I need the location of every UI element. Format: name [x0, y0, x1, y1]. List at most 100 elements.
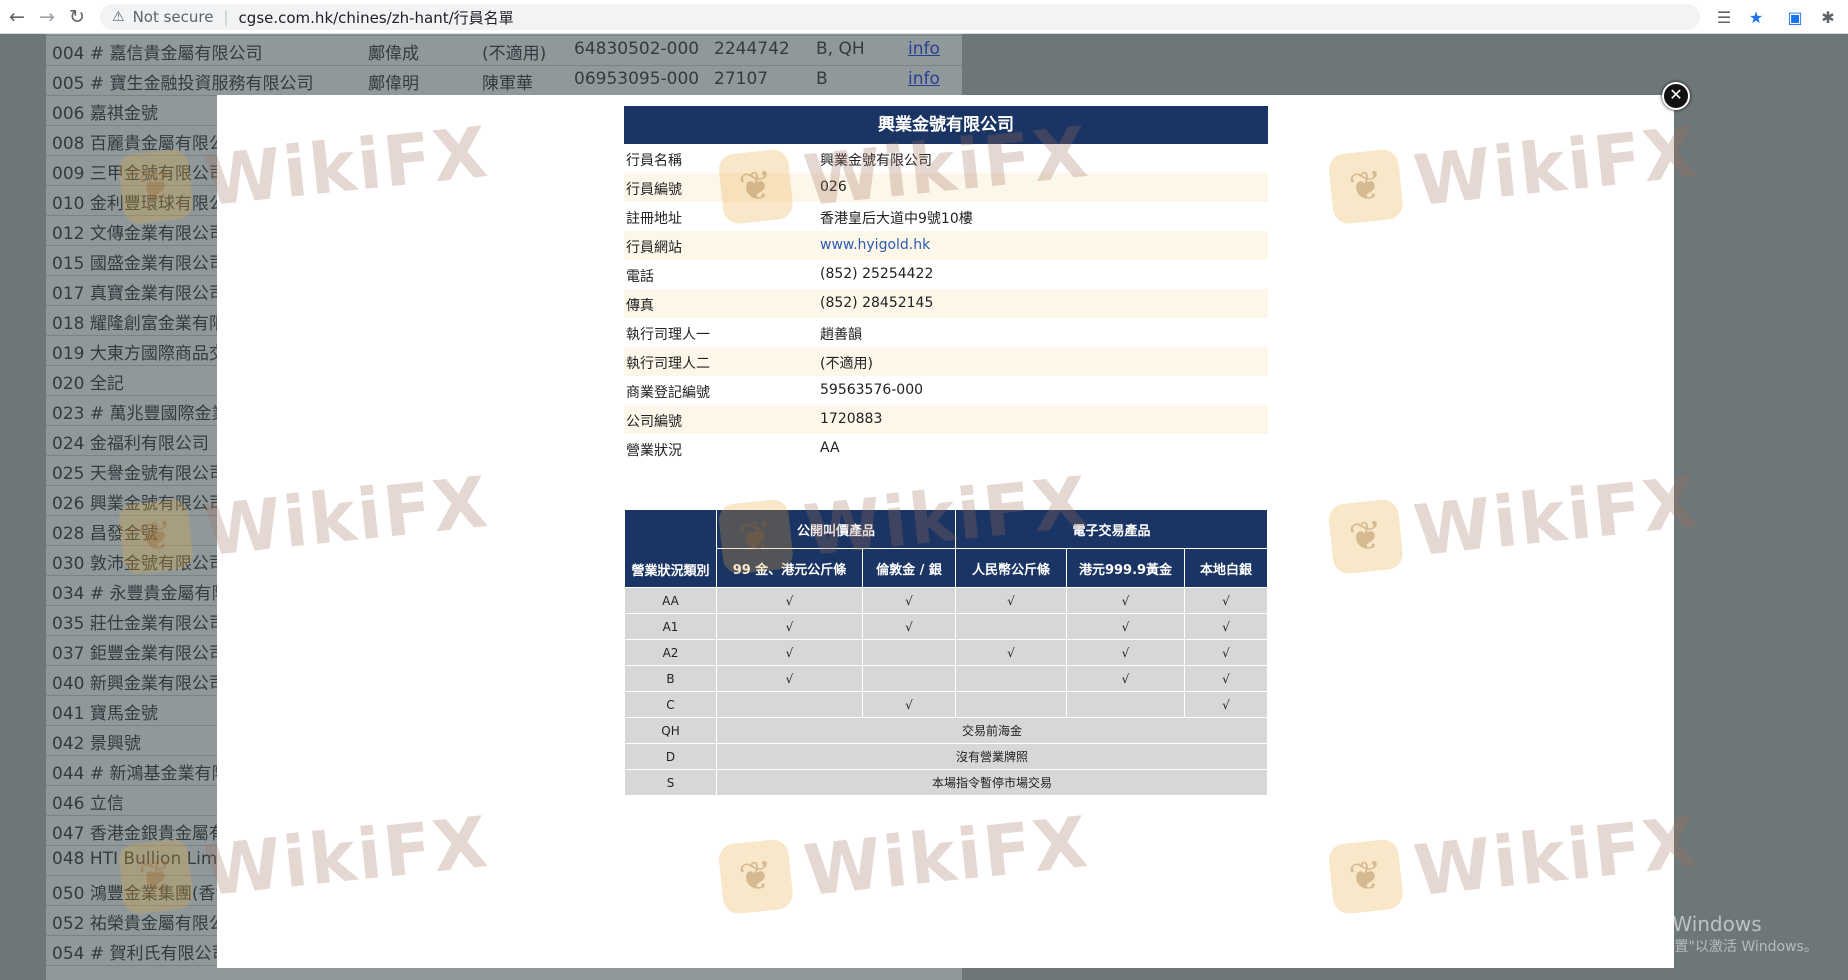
- status-row: D 沒有營業牌照: [624, 743, 1268, 770]
- table-cell: B, QH: [816, 39, 865, 59]
- translate-icon[interactable]: ☰: [1713, 6, 1735, 28]
- table-cell: 010 金利豐環球有限公司: [52, 194, 243, 214]
- status-row: C √ √: [624, 691, 1268, 718]
- info-label: 公司編號: [626, 414, 682, 430]
- status-cell: [862, 665, 956, 692]
- info-value: 1720883: [820, 411, 883, 427]
- table-cell: (不適用): [482, 44, 547, 64]
- info-link[interactable]: info: [908, 69, 940, 89]
- table-cell: 024 金福利有限公司: [52, 434, 209, 454]
- table-cell: 020 全記: [52, 374, 124, 394]
- table-cell: 041 寶馬金號: [52, 704, 158, 724]
- product-column-header: 本地白銀: [1184, 548, 1268, 588]
- info-value: (852) 28452145: [820, 295, 934, 311]
- windows-activation-hint: 转到"设置"以激活 Windows。: [1626, 939, 1818, 955]
- table-cell: 052 祐榮貴金屬有限公司: [52, 914, 243, 934]
- status-cell: √: [1184, 613, 1268, 640]
- table-cell: 017 真寶金業有限公司: [52, 284, 226, 304]
- status-code: B: [624, 665, 717, 692]
- status-cell: √: [862, 613, 956, 640]
- bookmark-star-icon[interactable]: ★: [1745, 6, 1767, 28]
- status-cell: [955, 665, 1067, 692]
- status-cell: √: [862, 691, 956, 718]
- status-code: AA: [624, 587, 717, 614]
- status-cell: √: [1184, 639, 1268, 666]
- info-value: 59563576-000: [820, 382, 924, 398]
- extension-sync-icon[interactable]: ▣: [1784, 6, 1806, 28]
- status-row: A2 √ √ √ √: [624, 639, 1268, 666]
- product-column-header: 港元999.9黃金: [1066, 548, 1185, 588]
- table-cell: B: [816, 69, 828, 89]
- info-row: 電話 (852) 25254422: [624, 260, 1268, 289]
- status-cell: √: [955, 639, 1067, 666]
- status-description: 本場指令暫停市場交易: [716, 769, 1268, 796]
- warning-triangle-icon[interactable]: ⚠: [112, 9, 125, 25]
- info-row: 行員網站 www.hyigold.hk: [624, 231, 1268, 260]
- info-row: 執行司理人一 趙善韻: [624, 318, 1268, 347]
- status-row: QH 交易前海金: [624, 717, 1268, 744]
- info-label: 註冊地址: [626, 211, 682, 227]
- info-label: 營業狀況: [626, 443, 682, 459]
- info-row: 公司編號 1720883: [624, 405, 1268, 434]
- table-cell: 鄺偉明: [368, 74, 419, 94]
- status-cell: √: [716, 665, 863, 692]
- table-cell: 005 # 寶生金融投資服務有限公司: [52, 74, 314, 94]
- status-table-body: AA √ √ √ √ √ A1 √ √ √ √ A2 √ √ √ √ B √ √ √ C √ √ QH 交易前海金 D 沒有營業牌照…: [624, 587, 1268, 796]
- info-value: (852) 25254422: [820, 266, 934, 282]
- table-cell: 046 立信: [52, 794, 124, 814]
- table-cell: 025 天譽金號有限公司: [52, 464, 226, 484]
- status-cell: √: [955, 587, 1067, 614]
- business-status-table: 營業狀況類別 公開叫價產品 電子交易產品 99 金、港元公斤條 倫敦金 / 銀人民…: [624, 509, 1268, 796]
- address-separator: |: [223, 8, 229, 26]
- table-row: 005 # 寶生金融投資服務有限公司 鄺偉明 陳軍華 06953095-000 2710…: [46, 65, 962, 96]
- info-link[interactable]: info: [908, 39, 940, 59]
- product-column-header: 99 金、港元公斤條: [716, 548, 863, 588]
- info-row: 商業登記編號 59563576-000: [624, 376, 1268, 405]
- info-label: 行員編號: [626, 182, 682, 198]
- info-row: 執行司理人二 (不適用): [624, 347, 1268, 376]
- status-cell: √: [1066, 613, 1185, 640]
- table-cell: 028 昌發金號: [52, 524, 158, 544]
- status-cell: √: [862, 587, 956, 614]
- info-value: 興業金號有限公司: [820, 153, 932, 169]
- info-label: 執行司理人一: [626, 327, 710, 343]
- reload-icon[interactable]: ↻: [64, 4, 90, 30]
- arrow-right-icon[interactable]: →: [34, 4, 60, 30]
- info-label: 執行司理人二: [626, 356, 710, 372]
- arrow-left-icon[interactable]: ←: [4, 4, 30, 30]
- info-label: 行員名稱: [626, 153, 682, 169]
- url-text[interactable]: cgse.com.hk/chines/zh-hant/行員名單: [239, 7, 514, 28]
- table-cell: 64830502-000: [574, 39, 700, 59]
- status-cell: √: [716, 613, 863, 640]
- info-label: 行員網站: [626, 240, 682, 256]
- table-cell: 030 敦沛金號有限公司: [52, 554, 226, 574]
- browser-toolbar: ← → ↻ ⚠ Not secure | cgse.com.hk/chines/…: [0, 0, 1848, 34]
- table-cell: 008 百麗貴金屬有限公司: [52, 134, 243, 154]
- table-cell: 015 國盛金業有限公司: [52, 254, 226, 274]
- address-bar[interactable]: ⚠ Not secure | cgse.com.hk/chines/zh-han…: [100, 4, 1700, 30]
- info-row: 傳真 (852) 28452145: [624, 289, 1268, 318]
- status-cell: [862, 639, 956, 666]
- info-label: 商業登記編號: [626, 385, 710, 401]
- status-code: QH: [624, 717, 717, 744]
- member-info-rows: 行員名稱 興業金號有限公司行員編號 026 註冊地址 香港皇后大道中9號10樓行員網站 w…: [624, 144, 1268, 463]
- table-cell: 006 嘉祺金號: [52, 104, 158, 124]
- status-cell: [716, 691, 863, 718]
- website-link[interactable]: www.hyigold.hk: [820, 237, 930, 253]
- table-cell: 004 # 嘉信貴金屬有限公司: [52, 44, 263, 64]
- info-value: AA: [820, 440, 840, 456]
- status-cell: √: [1066, 639, 1185, 666]
- info-row: 註冊地址 香港皇后大道中9號10樓: [624, 202, 1268, 231]
- product-column-header: 倫敦金 / 銀: [862, 548, 956, 588]
- status-cell: [1066, 691, 1185, 718]
- status-row: AA √ √ √ √ √: [624, 587, 1268, 614]
- status-cell: √: [1066, 587, 1185, 614]
- info-row: 行員編號 026: [624, 173, 1268, 202]
- status-cell: √: [716, 639, 863, 666]
- table-cell: 042 景興號: [52, 734, 141, 754]
- close-icon[interactable]: ✕: [1662, 82, 1690, 110]
- status-description: 沒有營業牌照: [716, 743, 1268, 770]
- security-label[interactable]: Not secure: [133, 8, 214, 26]
- info-row: 行員名稱 興業金號有限公司: [624, 144, 1268, 173]
- puzzle-icon[interactable]: ✱: [1817, 6, 1839, 28]
